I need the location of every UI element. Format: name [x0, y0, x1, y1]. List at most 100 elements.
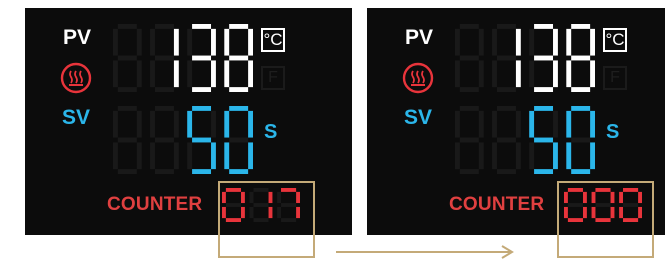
segment-c: [211, 60, 216, 88]
fahrenheit-unit: F: [261, 66, 285, 90]
segment-g: [154, 55, 174, 61]
segment-e: [455, 142, 460, 170]
digit-1: [492, 24, 521, 92]
segment-f: [113, 110, 118, 138]
digit-2: [187, 106, 216, 174]
segment-d: [496, 87, 516, 92]
segment-d: [154, 169, 174, 174]
seconds-unit: S: [606, 121, 620, 143]
sv-label: SV: [62, 106, 91, 129]
segment-g: [154, 137, 174, 143]
segment-f: [150, 28, 155, 56]
celsius-unit: °C: [261, 28, 285, 52]
segment-c: [248, 142, 253, 170]
sv-display: [113, 106, 253, 174]
segment-g: [117, 137, 137, 143]
segment-b: [248, 28, 253, 56]
fahrenheit-unit: F: [603, 66, 627, 90]
segment-d: [229, 169, 249, 174]
segment-a: [571, 106, 591, 111]
segment-a: [496, 24, 516, 29]
segment-g: [117, 55, 137, 61]
segment-a: [534, 106, 554, 111]
segment-a: [571, 24, 591, 29]
segment-e: [224, 142, 230, 170]
segment-f: [113, 28, 118, 56]
segment-d: [192, 169, 212, 174]
segment-e: [113, 60, 118, 88]
segment-f: [224, 28, 230, 56]
segment-g: [534, 55, 554, 61]
segment-g: [571, 55, 591, 61]
segment-b: [478, 28, 484, 56]
segment-b: [136, 28, 142, 56]
segment-a: [496, 106, 516, 111]
counter-label: COUNTER: [449, 194, 545, 215]
segment-a: [229, 106, 249, 111]
segment-f: [566, 110, 572, 138]
segment-c: [248, 60, 253, 88]
segment-d: [459, 169, 479, 174]
segment-d: [229, 87, 249, 92]
digit-1: [492, 106, 521, 174]
segment-a: [534, 24, 554, 29]
segment-c: [173, 142, 179, 170]
segment-b: [211, 28, 216, 56]
segment-g: [534, 137, 554, 143]
segment-e: [566, 60, 572, 88]
segment-c: [515, 60, 521, 88]
segment-c: [211, 142, 216, 170]
segment-c: [173, 60, 179, 88]
segment-f: [455, 110, 460, 138]
segment-d: [192, 87, 212, 92]
segment-d: [459, 87, 479, 92]
digit-0: [455, 24, 484, 92]
counter-highlight-box: [557, 181, 654, 258]
segment-d: [154, 87, 174, 92]
segment-b: [553, 28, 558, 56]
segment-e: [492, 142, 497, 170]
segment-f: [187, 110, 193, 138]
digit-2: [529, 24, 558, 92]
segment-c: [590, 60, 595, 88]
segment-f: [150, 110, 155, 138]
segment-b: [515, 110, 521, 138]
segment-a: [154, 106, 174, 111]
digit-2: [529, 106, 558, 174]
segment-f: [455, 28, 460, 56]
segment-f: [187, 28, 193, 56]
segment-f: [492, 110, 497, 138]
segment-g: [459, 137, 479, 143]
segment-a: [459, 24, 479, 29]
segment-c: [136, 60, 142, 88]
segment-b: [248, 110, 253, 138]
segment-d: [117, 169, 137, 174]
digit-3: [566, 106, 595, 174]
pv-label: PV: [405, 26, 434, 49]
segment-g: [229, 55, 249, 61]
heating-icon: [402, 62, 434, 94]
right-arrow-icon: [336, 245, 514, 259]
segment-c: [478, 142, 484, 170]
segment-e: [187, 60, 193, 88]
counter-highlight-box: [218, 181, 315, 258]
segment-b: [515, 28, 521, 56]
digit-0: [113, 24, 142, 92]
segment-a: [117, 106, 137, 111]
segment-f: [492, 28, 497, 56]
segment-c: [590, 142, 595, 170]
pv-display: [455, 24, 595, 92]
segment-a: [154, 24, 174, 29]
segment-e: [566, 142, 572, 170]
segment-d: [571, 87, 591, 92]
digit-2: [187, 24, 216, 92]
segment-g: [192, 137, 212, 143]
digit-3: [566, 24, 595, 92]
segment-b: [590, 110, 595, 138]
segment-f: [224, 110, 230, 138]
segment-b: [173, 110, 179, 138]
segment-b: [478, 110, 484, 138]
segment-b: [136, 110, 142, 138]
segment-e: [455, 60, 460, 88]
segment-c: [478, 60, 484, 88]
